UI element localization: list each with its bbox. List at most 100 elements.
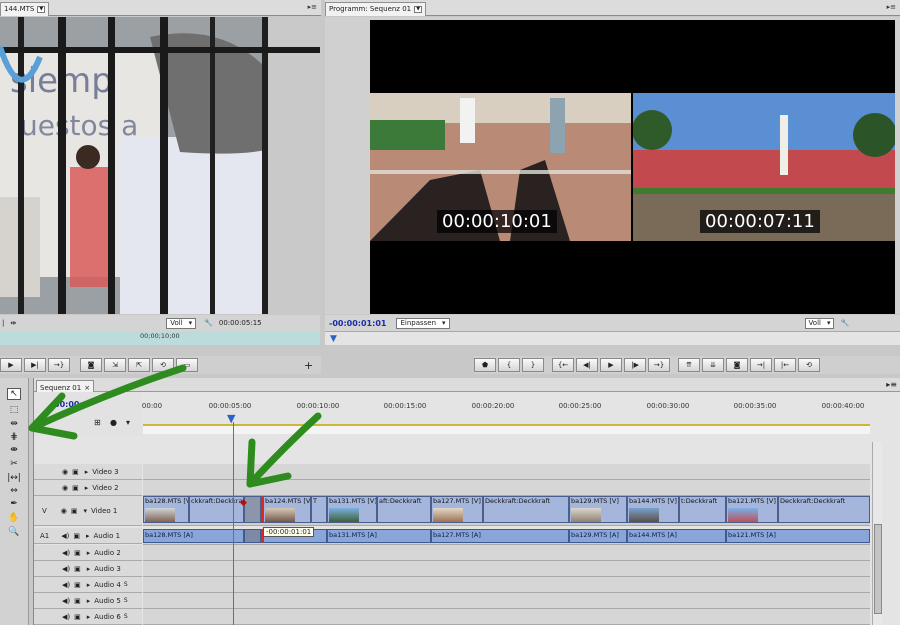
pen-tool-icon[interactable]: ✒	[7, 498, 21, 510]
set-marker-icon[interactable]: ▾	[126, 418, 130, 427]
video-clip[interactable]: Deckkraft:Deckkraft	[778, 496, 870, 523]
play-button[interactable]: ▶	[0, 358, 22, 372]
expand-triangle-icon[interactable]: ▾	[84, 507, 88, 515]
zoom-tool-icon[interactable]: 🔍	[7, 526, 21, 538]
audio-clip[interactable]: ba129.MTS [A]	[569, 529, 627, 543]
playhead-line[interactable]	[233, 422, 234, 625]
video-clip[interactable]: t:Deckkraft	[679, 496, 726, 523]
speaker-icon[interactable]: ◀)	[62, 613, 70, 621]
expand-triangle-icon[interactable]: ▸	[87, 613, 91, 621]
go-to-in-button[interactable]: {←	[552, 358, 574, 372]
scrollbar-thumb[interactable]	[874, 524, 882, 614]
in-out-icon[interactable]: ⇹	[10, 319, 16, 327]
track-video-2[interactable]	[143, 480, 870, 496]
video-clip[interactable]: ba128.MTS [V]	[143, 496, 189, 523]
video-clip[interactable]: T	[311, 496, 327, 523]
chevron-down-icon[interactable]: ▼	[37, 5, 46, 13]
extract-button[interactable]: ⇊	[702, 358, 724, 372]
lock-icon[interactable]: ▣	[74, 597, 81, 605]
expand-triangle-icon[interactable]: ▸	[87, 597, 91, 605]
program-monitor-tab[interactable]: Programm: Sequenz 01 ▼	[325, 1, 427, 16]
audio-clip[interactable]: ba144.MTS [A]	[627, 529, 726, 543]
eye-icon[interactable]: ◉	[62, 468, 68, 476]
track-audio-2[interactable]	[143, 545, 870, 561]
slide-tool-icon[interactable]: ⇔	[7, 485, 21, 497]
overwrite-button[interactable]: ⇱	[128, 358, 150, 372]
program-mini-timeline[interactable]: ▼	[325, 331, 900, 345]
lock-icon[interactable]: ▣	[71, 507, 78, 515]
speaker-icon[interactable]: ◀)	[62, 549, 70, 557]
loop-button[interactable]: ⟲	[798, 358, 820, 372]
video-clip[interactable]: aft:Deckkraft	[377, 496, 431, 523]
eye-icon[interactable]: ◉	[62, 484, 68, 492]
audio-target-label[interactable]: A1	[40, 532, 49, 540]
slip-tool-icon[interactable]: |↔|	[7, 472, 21, 484]
video-clip[interactable]: ba121.MTS [V]	[726, 496, 778, 523]
step-back-button[interactable]: ◀|	[576, 358, 598, 372]
track-select-tool-icon[interactable]: ⬚	[7, 404, 21, 416]
video-clip[interactable]: ba131.MTS [V]	[327, 496, 377, 523]
expand-triangle-icon[interactable]: ▸	[85, 484, 89, 492]
speaker-icon[interactable]: ◀)	[62, 581, 70, 589]
track-audio-5[interactable]	[143, 593, 870, 609]
loop-button[interactable]: ⟲	[152, 358, 174, 372]
camera-icon[interactable]: ◙	[726, 358, 748, 372]
audio-clip[interactable]: ba131.MTS [A]	[327, 529, 431, 543]
video-clip[interactable]: Deckkraft:Deckkraft	[483, 496, 569, 523]
marker-icon[interactable]: |	[2, 319, 4, 327]
overwrite-edit-button[interactable]: |←	[774, 358, 796, 372]
speaker-icon[interactable]: ◀)	[61, 532, 69, 540]
video-clip[interactable]: ba127.MTS [V]	[431, 496, 483, 523]
razor-tool-icon[interactable]: ✂	[7, 458, 21, 470]
playhead-marker-icon[interactable]: ▼	[330, 334, 337, 344]
trim-edit-icon[interactable]: ◆	[240, 498, 247, 508]
marker-icon[interactable]: ●	[110, 418, 117, 427]
lock-icon[interactable]: ▣	[74, 565, 81, 573]
hand-tool-icon[interactable]: ✋	[7, 512, 21, 524]
add-button-icon[interactable]: +	[304, 359, 313, 372]
lock-icon[interactable]: ▣	[73, 532, 80, 540]
lock-icon[interactable]: ▣	[74, 549, 81, 557]
step-forward-button[interactable]: |▶	[624, 358, 646, 372]
audio-clip[interactable]: ba121.MTS [A]	[726, 529, 870, 543]
video-clip[interactable]: ba124.MTS [V]	[261, 496, 311, 523]
work-area-bar[interactable]	[143, 424, 870, 434]
vertical-scrollbar[interactable]	[872, 442, 882, 625]
expand-triangle-icon[interactable]: ▸	[87, 581, 91, 589]
video-clip[interactable]: ba144.MTS [V]	[627, 496, 679, 523]
camera-icon[interactable]: ◙	[80, 358, 102, 372]
ripple-edit-tool-icon[interactable]: ⇹	[7, 418, 21, 430]
audio-clip[interactable]: ba128.MTS [A]	[143, 529, 244, 543]
insert-edit-button[interactable]: →|	[750, 358, 772, 372]
wrench-icon[interactable]: 🔧	[840, 319, 849, 327]
speaker-icon[interactable]: ◀)	[62, 565, 70, 573]
snap-icon[interactable]: ⊞	[94, 418, 101, 427]
panel-menu-icon[interactable]: ▸≡	[308, 3, 317, 11]
lock-icon[interactable]: ▣	[74, 581, 81, 589]
lift-button[interactable]: ⇈	[678, 358, 700, 372]
expand-triangle-icon[interactable]: ▸	[86, 532, 90, 540]
source-monitor-tab[interactable]: 144.MTS ▼	[0, 1, 50, 16]
insert-button[interactable]: ⇲	[104, 358, 126, 372]
source-zoom-select[interactable]: Voll ▾	[166, 317, 197, 329]
go-to-out-button[interactable]: →}	[648, 358, 670, 372]
expand-triangle-icon[interactable]: ▸	[85, 468, 89, 476]
program-zoom-select[interactable]: Voll ▾	[804, 317, 835, 329]
lock-icon[interactable]: ▣	[72, 468, 79, 476]
track-audio-3[interactable]	[143, 561, 870, 577]
selection-tool-icon[interactable]: ↖	[7, 388, 21, 400]
video-clip[interactable]: ba129.MTS [V]	[569, 496, 627, 523]
chevron-down-icon[interactable]: ▼	[414, 5, 423, 13]
export-frame-button[interactable]: ▭	[176, 358, 198, 372]
video-clip[interactable]: ckkraft:Deckkraft	[189, 496, 244, 523]
mark-in-button[interactable]: {	[498, 358, 520, 372]
lock-icon[interactable]: ▣	[74, 613, 81, 621]
wrench-icon[interactable]: 🔧	[204, 319, 213, 327]
expand-triangle-icon[interactable]: ▸	[87, 549, 91, 557]
step-forward-button[interactable]: ▶|	[24, 358, 46, 372]
expand-triangle-icon[interactable]: ▸	[87, 565, 91, 573]
mark-out-button[interactable]: }	[522, 358, 544, 372]
rolling-edit-tool-icon[interactable]: ⋕	[7, 431, 21, 443]
time-ruler[interactable]: 00:00 00:00:05:00 00:00:10:00 00:00:15:0…	[142, 402, 870, 420]
close-icon[interactable]: ×	[84, 384, 90, 392]
